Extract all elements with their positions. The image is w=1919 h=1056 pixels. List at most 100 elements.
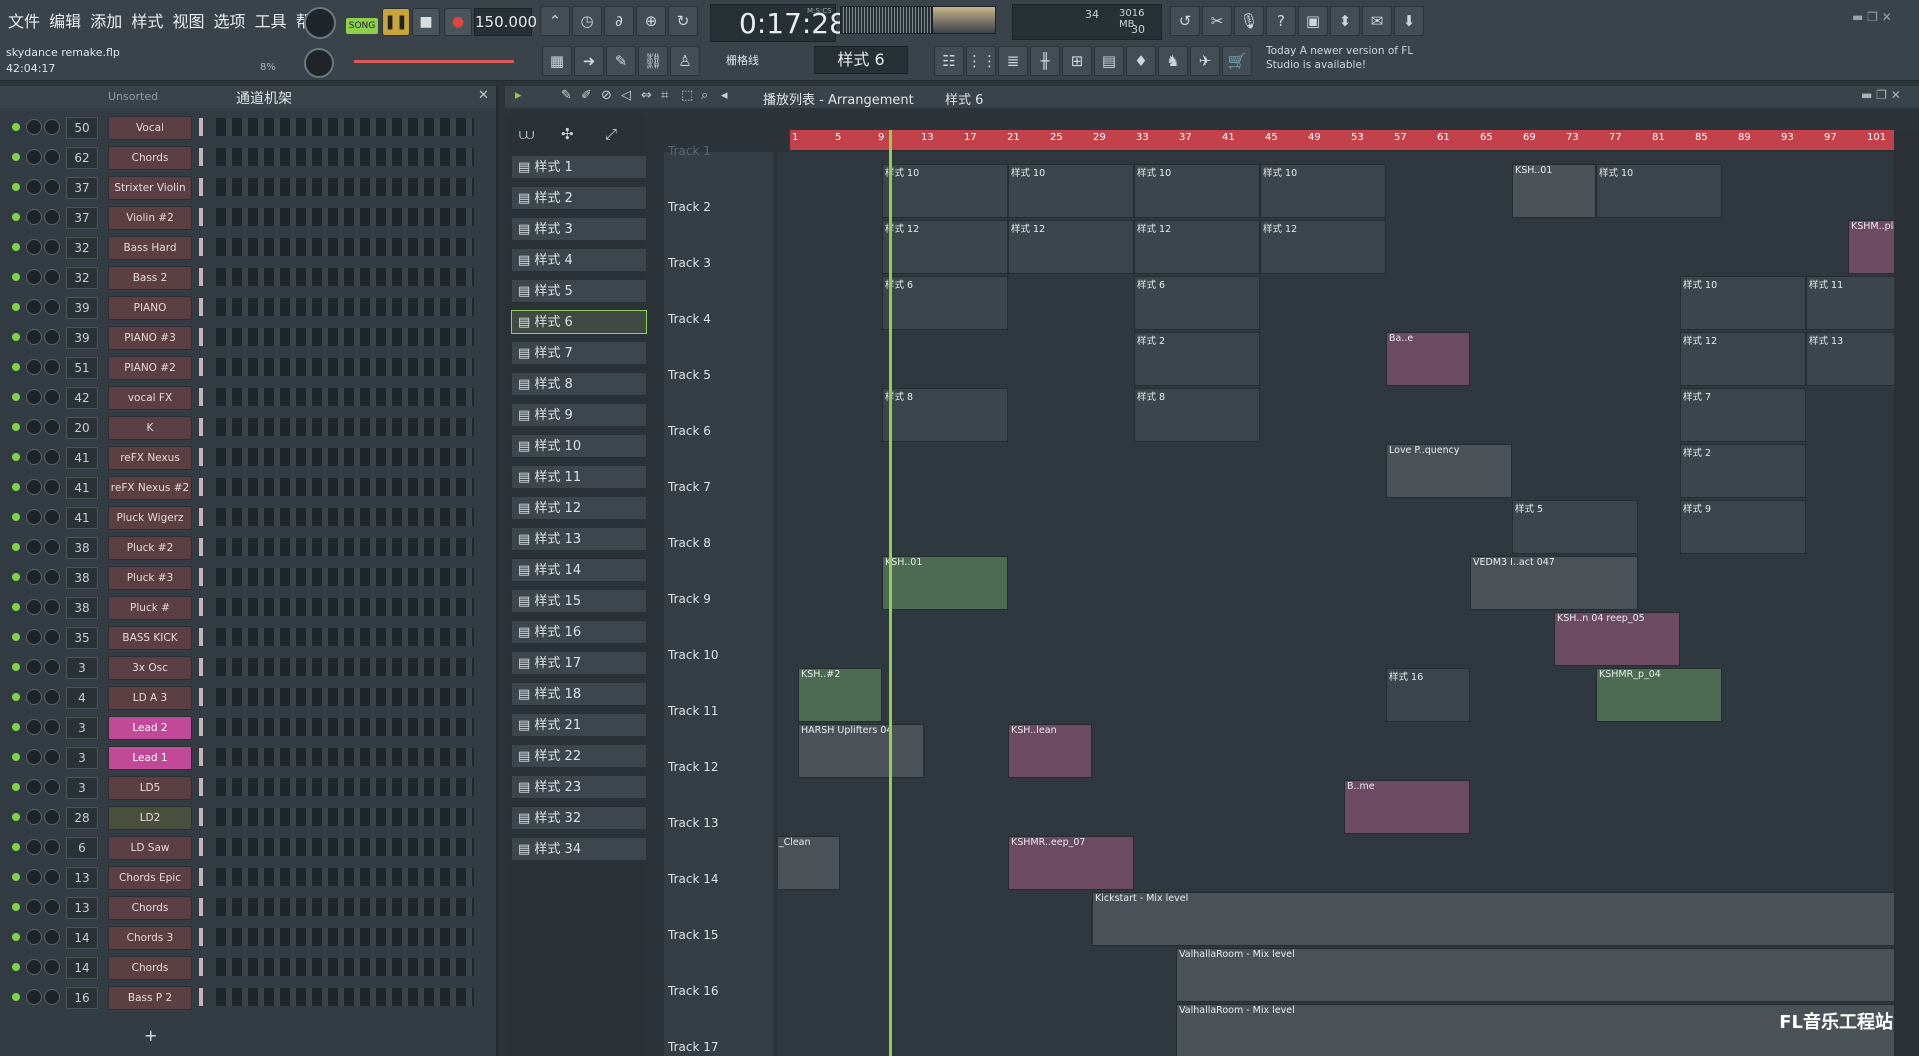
channel-pan-knob[interactable] [26,779,42,795]
timeline-ruler[interactable]: 1 5 9 13 17 21 25 29 33 37 41 45 49 53 57 61 65 69 73 77 81 8… [790,130,1894,150]
playhead[interactable] [889,130,892,1056]
mixer-track-number[interactable]: 37 [66,177,98,199]
channel-name-button[interactable]: LD A 3 [108,686,192,710]
channel-enable-led[interactable] [12,903,20,911]
channel-volume-knob[interactable] [44,299,60,315]
stamp-icon[interactable]: ♙ [670,46,700,76]
step-sequencer[interactable] [216,718,474,736]
channel-pan-knob[interactable] [26,899,42,915]
pattern-item[interactable]: ▤ 样式 23 [511,775,647,799]
channel-select-bar[interactable] [199,238,203,256]
track-name[interactable]: Track 2 [668,200,711,214]
step-sequencer[interactable] [216,538,474,556]
channel-enable-led[interactable] [12,723,20,731]
channel-name-button[interactable]: Chords Epic [108,866,192,890]
draw-tool-icon[interactable]: ✎ [561,88,572,103]
track-name[interactable]: Track 9 [668,592,711,606]
song-mode-toggle[interactable]: SONG [346,18,378,34]
channel-select-bar[interactable] [199,748,203,766]
channel-pan-knob[interactable] [26,209,42,225]
playlist-menu-icon[interactable]: ▸ [515,88,522,103]
channel-pan-knob[interactable] [26,119,42,135]
arrow-right-icon[interactable]: ➜ [574,46,604,76]
channel-select-bar[interactable] [199,268,203,286]
channel-volume-knob[interactable] [44,209,60,225]
channel-name-button[interactable]: Chords 3 [108,926,192,950]
channel-name-button[interactable]: Pluck #3 [108,566,192,590]
zoom-tool-icon[interactable]: ⌕ [701,88,708,103]
channel-name-button[interactable]: 3x Osc [108,656,192,680]
mute-tool-icon[interactable]: ◁ [621,88,631,103]
channel-pan-knob[interactable] [26,569,42,585]
step-sequencer[interactable] [216,418,474,436]
pattern-item[interactable]: ▤ 样式 12 [511,496,647,520]
mixer-track-number[interactable]: 13 [66,897,98,919]
menu-options[interactable]: 选项 [214,12,246,31]
slice-tool-icon[interactable]: ⌗ [661,88,668,103]
playlist-clip[interactable]: 样式 10 [1260,164,1386,218]
window-controls[interactable]: ▬ ❐ ✕ [1852,10,1892,24]
step-sequencer[interactable] [216,988,474,1006]
channel-select-bar[interactable] [199,418,203,436]
mixer-track-number[interactable]: 6 [66,837,98,859]
mixer-track-number[interactable]: 32 [66,237,98,259]
channel-enable-led[interactable] [12,183,20,191]
menu-file[interactable]: 文件 [8,12,40,31]
playlist-clip[interactable]: KSHM..ple [1848,220,1894,274]
undo-icon[interactable]: ↺ [1170,6,1200,36]
track-name[interactable]: Track 5 [668,368,711,382]
channel-select-bar[interactable] [199,568,203,586]
pattern-item[interactable]: ▤ 样式 32 [511,806,647,830]
track-name[interactable]: Track 11 [668,704,718,718]
channel-enable-led[interactable] [12,573,20,581]
track-name[interactable]: Track 16 [668,984,718,998]
vertical-scrollbar[interactable] [1894,130,1919,1056]
channel-select-bar[interactable] [199,898,203,916]
channel-enable-led[interactable] [12,483,20,491]
channel-pan-knob[interactable] [26,449,42,465]
pattern-item[interactable]: ▤ 样式 7 [511,341,647,365]
channel-select-bar[interactable] [199,178,203,196]
channel-select-bar[interactable] [199,328,203,346]
channel-enable-led[interactable] [12,153,20,161]
channel-name-button[interactable]: Bass P 2 [108,986,192,1010]
channel-pan-knob[interactable] [26,809,42,825]
menu-add[interactable]: 添加 [90,12,122,31]
playlist-clip[interactable]: 样式 5 [1512,500,1638,554]
time-display[interactable]: 0:17:28 M:S:CS [710,4,847,42]
playlist-clip[interactable]: KSH..lean [1008,724,1092,778]
channel-volume-knob[interactable] [44,269,60,285]
channel-name-button[interactable]: Pluck # [108,596,192,620]
channel-volume-knob[interactable] [44,569,60,585]
track-name[interactable]: Track 4 [668,312,711,326]
channel-pan-knob[interactable] [26,509,42,525]
master-pitch-slider[interactable] [354,60,514,63]
pattern-item[interactable]: ▤ 样式 4 [511,248,647,272]
select-tool-icon[interactable]: ⬚ [681,88,693,103]
channel-volume-knob[interactable] [44,539,60,555]
playlist-clip[interactable]: 样式 12 [1260,220,1386,274]
menu-tools[interactable]: 工具 [255,12,287,31]
pattern-item[interactable]: ▤ 样式 3 [511,217,647,241]
channel-volume-knob[interactable] [44,779,60,795]
mixer-track-number[interactable]: 35 [66,627,98,649]
playlist-clip[interactable]: KSH..#2 [798,668,882,722]
playlist-clip[interactable]: 样式 12 [1008,220,1134,274]
mixer-track-number[interactable]: 16 [66,987,98,1009]
mixer-track-number[interactable]: 20 [66,417,98,439]
channel-name-button[interactable]: Violin #2 [108,206,192,230]
playlist-clip[interactable]: KSH..01 [882,556,1008,610]
playlist-clip[interactable]: 样式 13 [1806,332,1894,386]
channel-pan-knob[interactable] [26,839,42,855]
count-in-icon[interactable]: ∂ [604,6,634,36]
playlist-clip[interactable]: 样式 8 [1134,388,1260,442]
menu-edit[interactable]: 编辑 [49,12,81,31]
channel-select-bar[interactable] [199,988,203,1006]
channel-pan-knob[interactable] [26,329,42,345]
mic-icon[interactable]: 🎙 [1234,6,1264,36]
piano-roll-icon[interactable]: ▦ [542,46,572,76]
step-sequencer[interactable] [216,598,474,616]
channel-select-bar[interactable] [199,718,203,736]
mixer-track-number[interactable]: 3 [66,657,98,679]
mixer-track-number[interactable]: 38 [66,537,98,559]
